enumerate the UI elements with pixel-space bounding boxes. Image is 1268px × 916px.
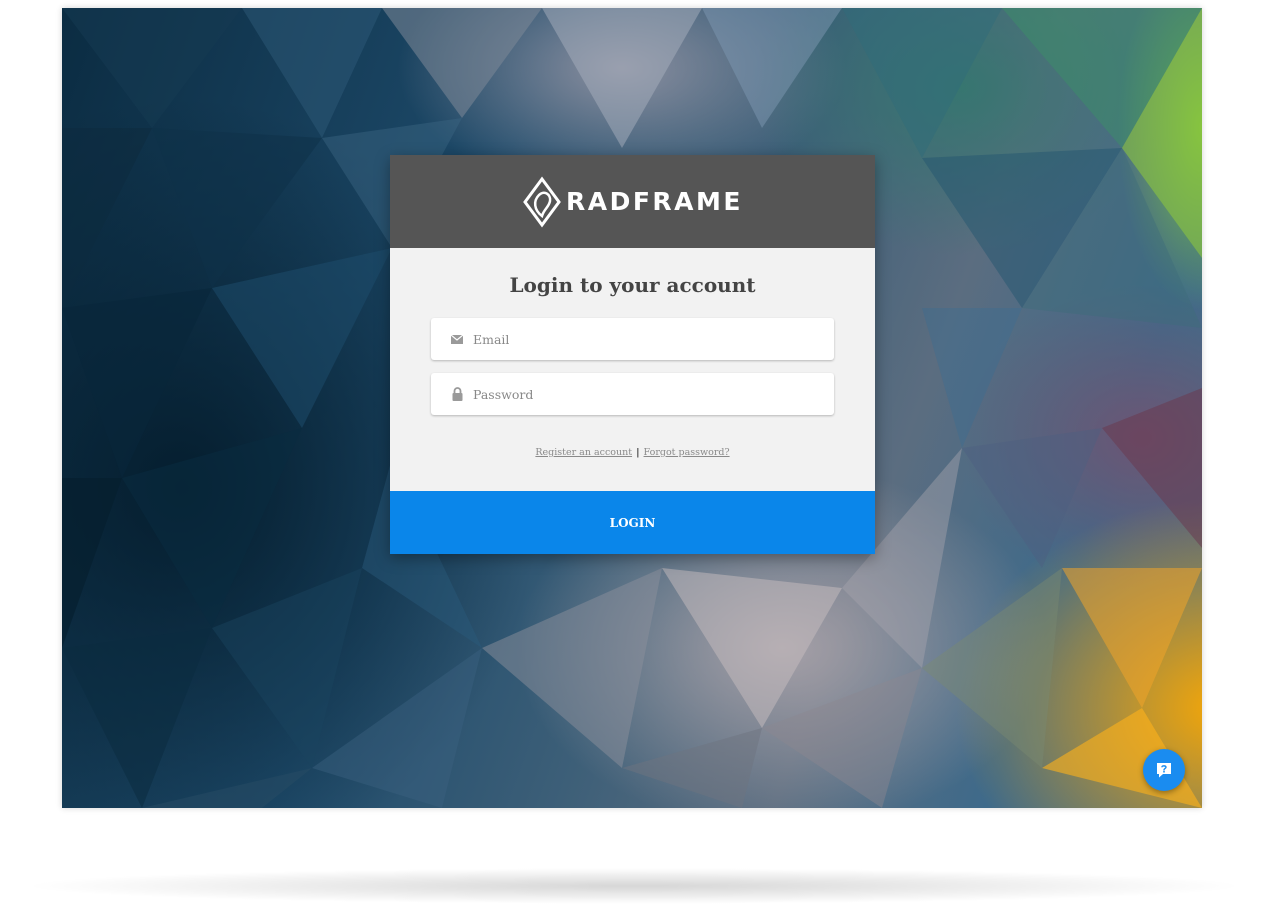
brand-logo: RADFRAME xyxy=(522,175,743,228)
form-title: Login to your account xyxy=(509,273,756,297)
envelope-icon xyxy=(450,332,464,346)
password-field[interactable] xyxy=(431,373,834,415)
floor-shadow xyxy=(20,868,1248,904)
background-frame: RADFRAME Login to your account Email Reg… xyxy=(62,8,1202,808)
help-chat-button[interactable] xyxy=(1143,749,1185,791)
link-separator: | xyxy=(636,447,640,458)
card-header: RADFRAME xyxy=(390,155,875,248)
email-input[interactable] xyxy=(471,330,815,348)
login-card: RADFRAME Login to your account Email Reg… xyxy=(390,155,875,554)
email-field[interactable] xyxy=(431,318,834,360)
login-form: Login to your account Email Register an … xyxy=(390,248,875,491)
register-link[interactable]: Register an account xyxy=(535,447,632,458)
account-links: Register an account | Forgot password? xyxy=(390,447,875,458)
password-input[interactable] xyxy=(471,385,815,403)
forgot-password-link[interactable]: Forgot password? xyxy=(644,447,730,458)
lock-icon xyxy=(450,387,464,401)
login-button[interactable]: LOGIN xyxy=(390,491,875,554)
brand-name: RADFRAME xyxy=(566,187,743,216)
diamond-leaf-logo-icon xyxy=(523,175,561,228)
help-chat-icon xyxy=(1157,763,1171,778)
